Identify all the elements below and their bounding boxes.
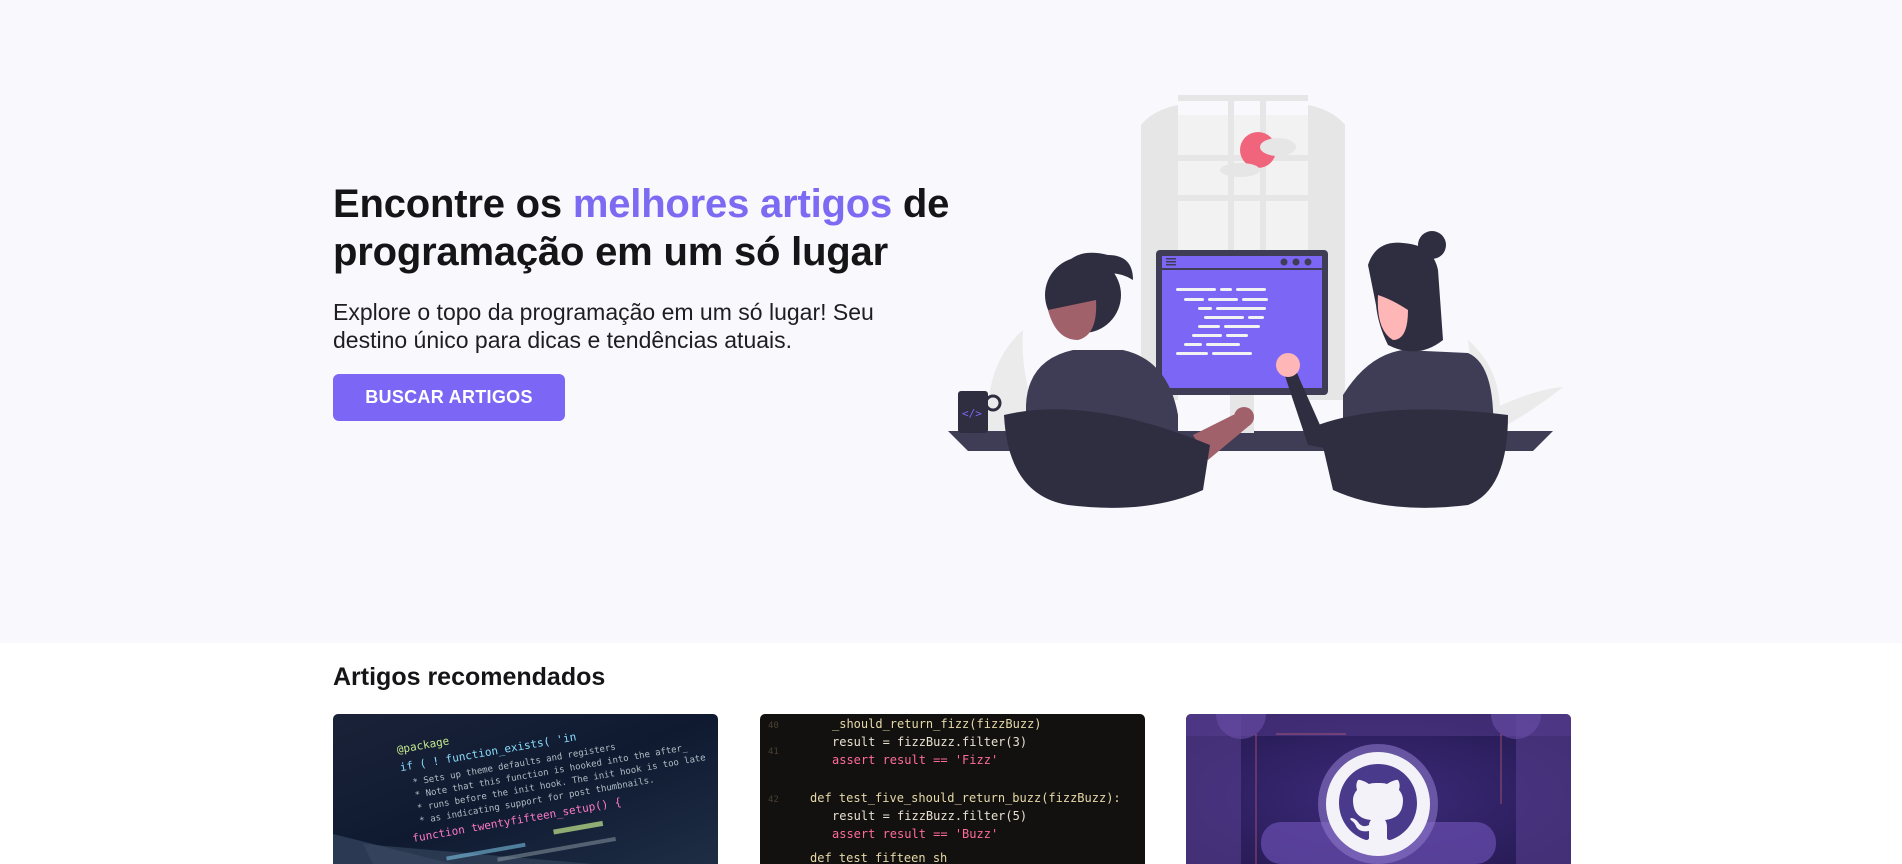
hero-text-block: Encontre os melhores artigos de programa… <box>333 180 953 354</box>
svg-text:42: 42 <box>768 795 779 805</box>
hero-section: Encontre os melhores artigos de programa… <box>0 0 1902 643</box>
code-editor-laptop-photo: @package if ( ! function_exists( 'in * S… <box>333 714 718 864</box>
article-card[interactable]: 40 41 42 _should_return_fizz(fizzBuzz) r… <box>760 714 1145 864</box>
hero-subtitle: Explore o topo da programação em um só l… <box>333 299 874 353</box>
article-card[interactable]: @package if ( ! function_exists( 'in * S… <box>333 714 718 864</box>
hero-title: Encontre os melhores artigos de programa… <box>333 180 953 276</box>
github-octocat-icon <box>1318 744 1438 864</box>
code-line: _should_return_fizz(fizzBuzz) <box>832 717 1042 731</box>
code-line: def test_fifteen_sh <box>810 851 947 864</box>
svg-text:41: 41 <box>768 747 779 757</box>
search-articles-button[interactable]: BUSCAR ARTIGOS <box>333 374 565 421</box>
hero-title-part1: Encontre os <box>333 182 573 226</box>
code-snippet-dark-photo: 40 41 42 _should_return_fizz(fizzBuzz) r… <box>760 714 1145 864</box>
article-card[interactable] <box>1186 714 1571 864</box>
code-line: result = fizzBuzz.filter(5) <box>832 809 1027 823</box>
developers-at-computer-illustration: </> <box>948 95 1563 508</box>
code-line: result = fizzBuzz.filter(3) <box>832 735 1027 749</box>
hero-title-accent: melhores artigos <box>572 182 892 226</box>
github-logo-banner <box>1186 714 1571 864</box>
recommended-articles-title: Artigos recomendados <box>333 663 606 691</box>
code-line: def test_five_should_return_buzz(fizzBuz… <box>810 791 1121 805</box>
svg-text:40: 40 <box>768 721 779 731</box>
code-line: assert result == 'Fizz' <box>832 753 998 767</box>
svg-text:</>: </> <box>962 407 982 420</box>
code-line: assert result == 'Buzz' <box>832 827 998 841</box>
